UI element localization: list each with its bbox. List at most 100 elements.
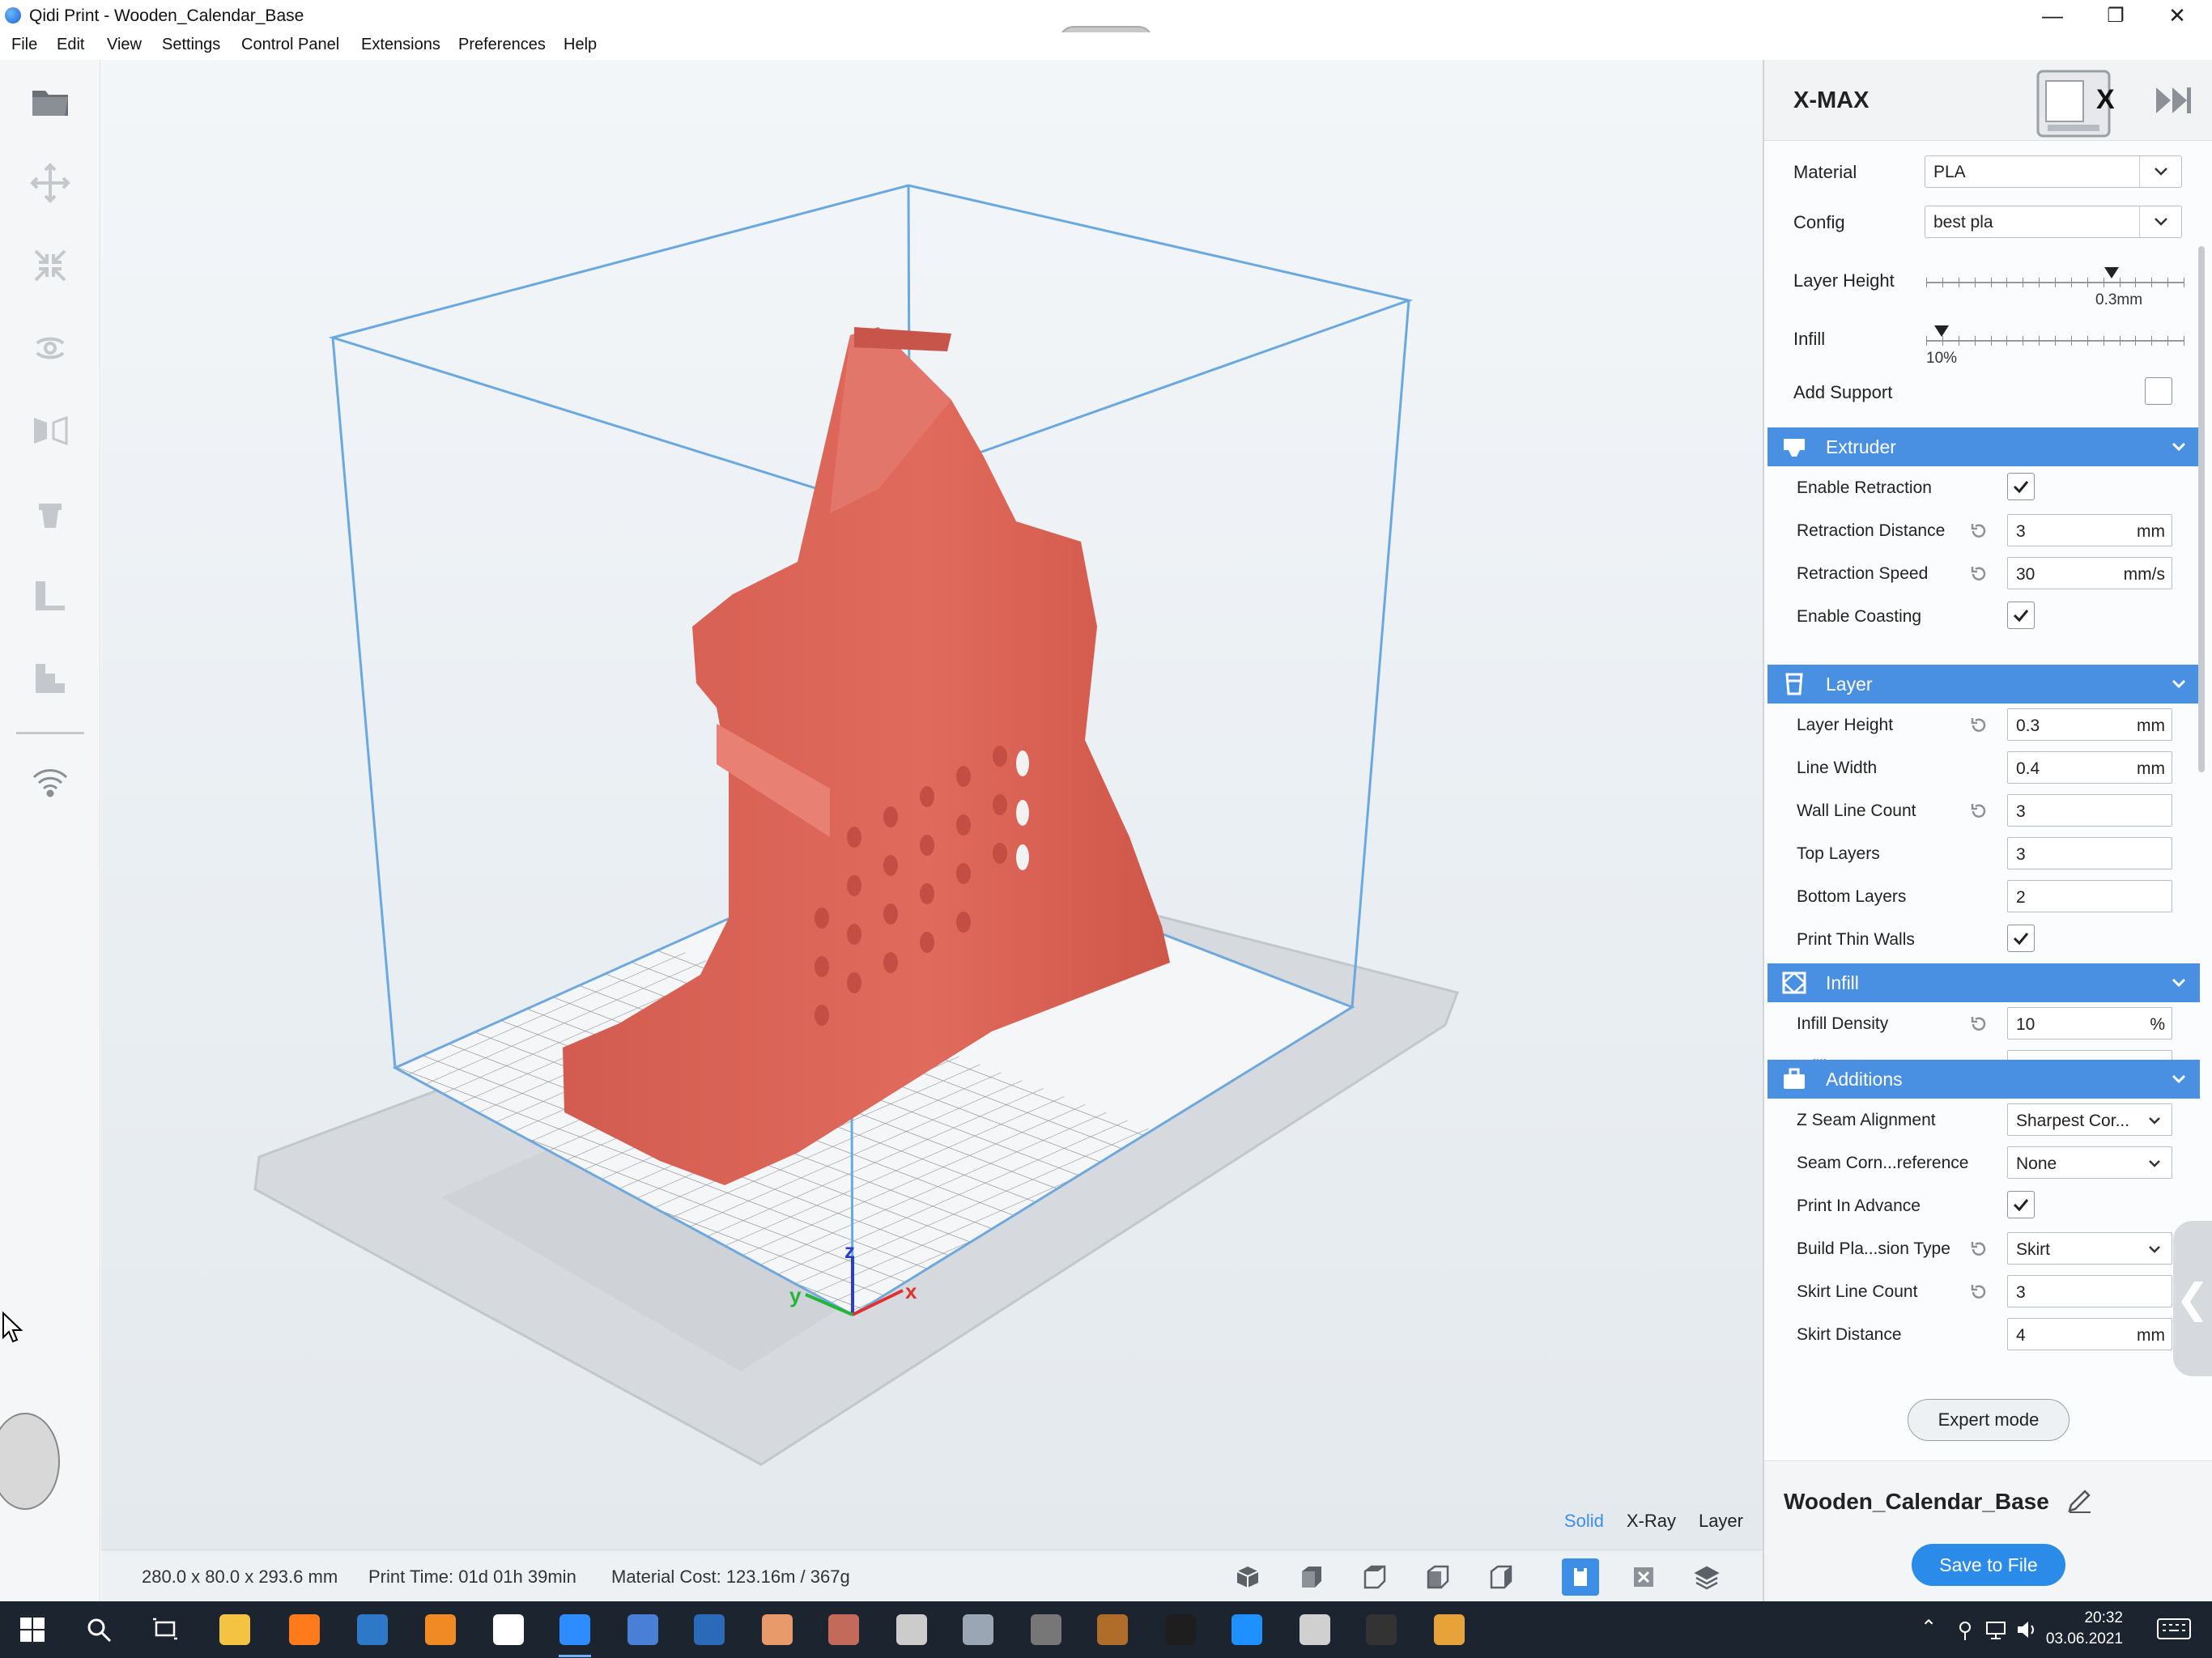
view-top-icon[interactable] [1355,1558,1393,1596]
reset-icon[interactable] [1968,521,1989,542]
mirror-icon[interactable] [18,398,83,463]
view-right-icon[interactable] [1482,1558,1519,1596]
expert-mode-button[interactable]: Expert mode [1908,1399,2069,1441]
flame-app-icon[interactable] [1091,1609,1134,1651]
search-icon[interactable] [78,1609,120,1651]
view-front-icon[interactable] [1292,1558,1329,1596]
scale-icon[interactable] [18,233,83,298]
powershell-icon[interactable] [688,1609,730,1651]
top-layers-input[interactable]: 3 [2007,837,2172,869]
support-icon[interactable] [18,481,83,546]
m-app-icon[interactable] [891,1609,933,1651]
print-in-advance-checkbox[interactable] [2007,1191,2035,1218]
save-to-file-button[interactable]: Save to File [1912,1544,2065,1586]
view-mode-xray[interactable]: X-Ray [1627,1511,1676,1532]
reset-icon[interactable] [1968,801,1989,822]
open-folder-icon[interactable] [18,68,83,133]
skirt-distance-input[interactable]: 4 mm [2007,1318,2172,1350]
view-xray-icon[interactable] [1625,1558,1662,1596]
menu-help[interactable]: Help [564,36,597,54]
infill-slider[interactable]: 10% [1926,325,2184,367]
infill-density-input[interactable]: 10% [2007,1007,2172,1039]
arrow-app-icon[interactable] [1428,1609,1470,1651]
3d-viewport[interactable]: z x y Solid X-Ray Layer [101,60,1763,1550]
reset-icon[interactable] [1968,563,1989,585]
clock-app-icon[interactable] [1294,1609,1336,1651]
tray-volume-icon[interactable] [2014,1618,2039,1642]
retraction-distance-input[interactable]: 3 mm [2007,514,2172,546]
menu-preferences[interactable]: Preferences [458,36,546,54]
add-support-checkbox[interactable] [2145,377,2172,405]
tray-network-icon[interactable] [1984,1618,2008,1642]
reset-icon[interactable] [1968,1239,1989,1260]
section-additions[interactable]: Additions [1767,1060,2200,1099]
close-button[interactable]: ✕ [2149,0,2206,31]
enable-coasting-checkbox[interactable] [2007,602,2035,629]
firefox-icon[interactable] [283,1609,325,1651]
touch-keyboard-icon[interactable] [2155,1614,2193,1643]
stairs-icon[interactable] [18,646,83,711]
taskbar-clock[interactable]: 20:32 03.06.2021 [2046,1608,2123,1650]
section-layer[interactable]: Layer [1767,665,2200,704]
reset-icon[interactable] [1968,1282,1989,1303]
wall-line-count-input[interactable]: 3 [2007,794,2172,827]
menu-file[interactable]: File [11,36,37,54]
menu-settings[interactable]: Settings [162,36,220,54]
face-app-icon[interactable] [756,1609,798,1651]
section-infill[interactable]: Infill [1767,963,2200,1002]
scrollbar-thumb[interactable] [2198,246,2205,772]
view-3d-cube-icon[interactable] [1229,1558,1266,1596]
windows-start-icon[interactable] [11,1609,53,1651]
panel-collapse-toggle[interactable]: ❮ [2173,1221,2212,1376]
menu-control-panel[interactable]: Control Panel [241,36,339,54]
retraction-speed-input[interactable]: 30 mm/s [2007,557,2172,589]
task-view-icon[interactable] [144,1609,186,1651]
layer-height-slider[interactable]: 0.3mm [1926,267,2184,308]
tray-chevron-up-icon[interactable]: ⌃ [1921,1616,1937,1639]
view-mode-solid[interactable]: Solid [1564,1511,1604,1532]
grid-app-icon[interactable] [957,1609,999,1651]
edit-pencil-icon[interactable] [2065,1486,2095,1515]
reset-icon[interactable] [1968,1014,1989,1035]
config-select[interactable]: best pla [1925,206,2182,238]
menu-extensions[interactable]: Extensions [361,36,440,54]
lay-flat-icon[interactable] [18,563,83,628]
maximize-button[interactable]: ❐ [2087,0,2144,31]
view-model-icon[interactable] [1562,1558,1599,1596]
tray-location-icon[interactable] [1953,1618,1977,1642]
view-layers-icon[interactable] [1688,1558,1725,1596]
layer-height-slider-thumb[interactable] [2104,267,2119,278]
inkscape-icon[interactable] [1360,1609,1402,1651]
material-select[interactable]: PLA [1925,155,2182,188]
enable-retraction-checkbox[interactable] [2007,473,2035,500]
line-width-input[interactable]: 0.4 mm [2007,751,2172,784]
blender-icon[interactable] [419,1609,462,1651]
model-scene[interactable]: z x y [101,60,1763,1550]
view-left-icon[interactable] [1419,1558,1456,1596]
view-mode-layer[interactable]: Layer [1699,1511,1743,1532]
wifi-icon[interactable] [18,750,83,814]
layer-height-input[interactable]: 0.3 mm [2007,708,2172,741]
fast-forward-icon[interactable] [2153,84,2193,117]
xmind-icon[interactable] [487,1609,530,1651]
affinity-icon[interactable] [622,1609,664,1651]
file-explorer-icon[interactable] [214,1609,256,1651]
build-pla-sion-type-select[interactable]: Skirt [2007,1232,2172,1265]
print-thin-walls-checkbox[interactable] [2007,925,2035,952]
minimize-button[interactable]: — [2024,0,2081,31]
move-icon[interactable] [18,151,83,215]
gem-app-icon[interactable] [823,1609,865,1651]
seam-corn-reference-select[interactable]: None [2007,1146,2172,1179]
infill-slider-thumb[interactable] [1934,325,1949,337]
steam-icon[interactable] [351,1609,393,1651]
settings-scrollbar[interactable] [2196,246,2207,772]
skirt-line-count-input[interactable]: 3 [2007,1275,2172,1307]
z-seam-alignment-select[interactable]: Sharpest Cor... [2007,1103,2172,1136]
vr-app-icon[interactable] [1025,1609,1067,1651]
menu-view[interactable]: View [107,36,142,54]
reset-icon[interactable] [1968,715,1989,736]
menu-edit[interactable]: Edit [57,36,84,54]
fs-app-icon[interactable] [1159,1609,1202,1651]
rotate-icon[interactable] [18,316,83,380]
diamond-app-icon[interactable] [1226,1609,1268,1651]
